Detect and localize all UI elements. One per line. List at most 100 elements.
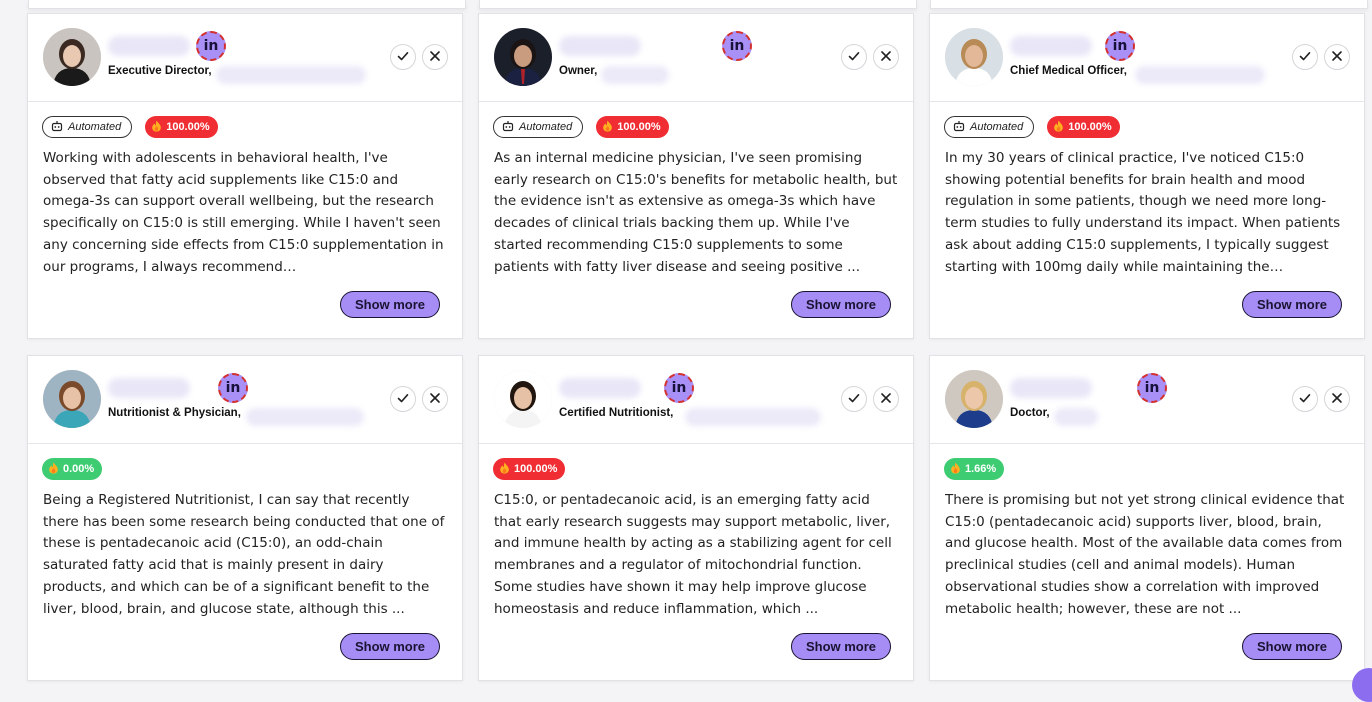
score-value: 0.00%	[63, 463, 95, 475]
company-redacted	[1135, 66, 1265, 84]
role-title: Chief Medical Officer,	[1010, 65, 1127, 77]
card-header: in Chief Medical Officer,	[930, 14, 1364, 102]
response-text: There is promising but not yet strong cl…	[945, 492, 1345, 617]
linkedin-icon[interactable]: in	[196, 31, 226, 61]
response-text: Working with adolescents in behavioral h…	[43, 150, 444, 275]
automated-chip: Automated	[42, 116, 133, 138]
reject-button[interactable]	[873, 44, 899, 70]
flame-icon	[151, 120, 162, 135]
reject-button[interactable]	[1324, 386, 1350, 412]
approve-button[interactable]	[841, 44, 867, 70]
linkedin-icon[interactable]: in	[722, 31, 752, 61]
score-badge: 100.00%	[596, 116, 669, 138]
automated-label: Automated	[519, 121, 573, 133]
show-more-button[interactable]: Show more	[340, 291, 440, 318]
card-chips: 100.00%	[493, 458, 566, 480]
flame-icon	[602, 120, 613, 135]
score-value: 1.66%	[965, 463, 997, 475]
card-chips: Automated 100.00%	[42, 116, 218, 138]
check-icon	[1298, 390, 1312, 409]
response-text: As an internal medicine physician, I've …	[494, 150, 898, 275]
response-text: C15:0, or pentadecanoic acid, is an emer…	[494, 492, 892, 617]
check-icon	[1298, 48, 1312, 67]
card-chips: 1.66%	[944, 458, 1005, 480]
role-title: Nutritionist & Physician,	[108, 407, 241, 419]
approve-button[interactable]	[390, 386, 416, 412]
chat-launcher-button[interactable]	[1352, 668, 1372, 702]
check-icon	[396, 390, 410, 409]
flame-icon	[1053, 120, 1064, 135]
name-redacted	[108, 36, 190, 56]
robot-icon	[51, 120, 63, 135]
close-icon	[1330, 390, 1344, 409]
company-redacted	[601, 66, 669, 84]
flame-icon	[499, 462, 510, 477]
linkedin-icon[interactable]: in	[1137, 373, 1167, 403]
automated-chip: Automated	[493, 116, 584, 138]
linkedin-label: in	[225, 380, 241, 396]
flame-icon	[950, 462, 961, 477]
name-redacted	[559, 378, 641, 398]
score-badge: 1.66%	[944, 458, 1005, 480]
linkedin-icon[interactable]: in	[1105, 31, 1135, 61]
close-icon	[1330, 48, 1344, 67]
expert-card: in Chief Medical Officer, Automated 100.…	[929, 13, 1365, 339]
response-text: In my 30 years of clinical practice, I'v…	[945, 150, 1341, 275]
close-icon	[879, 48, 893, 67]
company-redacted	[685, 408, 821, 426]
name-redacted	[1010, 36, 1092, 56]
show-more-button[interactable]: Show more	[1242, 633, 1342, 660]
score-value: 100.00%	[166, 121, 210, 133]
show-more-button[interactable]: Show more	[340, 633, 440, 660]
show-more-button[interactable]: Show more	[791, 291, 891, 318]
score-badge: 100.00%	[145, 116, 218, 138]
card-above-1	[28, 0, 466, 9]
avatar	[945, 28, 1003, 86]
card-header: in Executive Director,	[28, 14, 462, 102]
role-title: Executive Director,	[108, 65, 212, 77]
score-value: 100.00%	[617, 121, 661, 133]
linkedin-label: in	[203, 38, 219, 54]
avatar	[494, 370, 552, 428]
close-icon	[428, 48, 442, 67]
card-chips: 0.00%	[42, 458, 103, 480]
response-text: Being a Registered Nutritionist, I can s…	[43, 492, 445, 617]
linkedin-icon[interactable]: in	[664, 373, 694, 403]
card-chips: Automated 100.00%	[493, 116, 669, 138]
automated-label: Automated	[970, 121, 1024, 133]
expert-card: in Executive Director, Automated 100.00%…	[27, 13, 463, 339]
name-redacted	[1010, 378, 1092, 398]
card-above-3	[930, 0, 1368, 9]
company-redacted	[1054, 408, 1098, 426]
linkedin-label: in	[1112, 38, 1128, 54]
role-title: Doctor,	[1010, 407, 1050, 419]
expert-card: in Nutritionist & Physician, 0.00% Being…	[27, 355, 463, 681]
reject-button[interactable]	[873, 386, 899, 412]
card-chips: Automated 100.00%	[944, 116, 1120, 138]
role-title: Owner,	[559, 65, 598, 77]
check-icon	[396, 48, 410, 67]
card-header: in Certified Nutritionist,	[479, 356, 913, 444]
score-badge: 100.00%	[1047, 116, 1120, 138]
company-redacted	[216, 66, 366, 84]
show-more-button[interactable]: Show more	[791, 633, 891, 660]
reject-button[interactable]	[1324, 44, 1350, 70]
avatar	[945, 370, 1003, 428]
expert-card: in Doctor, 1.66% There is promising but …	[929, 355, 1365, 681]
close-icon	[428, 390, 442, 409]
linkedin-icon[interactable]: in	[218, 373, 248, 403]
approve-button[interactable]	[1292, 44, 1318, 70]
expert-card: in Certified Nutritionist, 100.00% C15:0…	[478, 355, 914, 681]
robot-icon	[953, 120, 965, 135]
role-title: Certified Nutritionist,	[559, 407, 674, 419]
name-redacted	[108, 378, 190, 398]
reject-button[interactable]	[422, 44, 448, 70]
linkedin-label: in	[671, 380, 687, 396]
approve-button[interactable]	[841, 386, 867, 412]
score-badge: 100.00%	[493, 458, 566, 480]
approve-button[interactable]	[1292, 386, 1318, 412]
linkedin-label: in	[1144, 380, 1160, 396]
reject-button[interactable]	[422, 386, 448, 412]
show-more-button[interactable]: Show more	[1242, 291, 1342, 318]
approve-button[interactable]	[390, 44, 416, 70]
